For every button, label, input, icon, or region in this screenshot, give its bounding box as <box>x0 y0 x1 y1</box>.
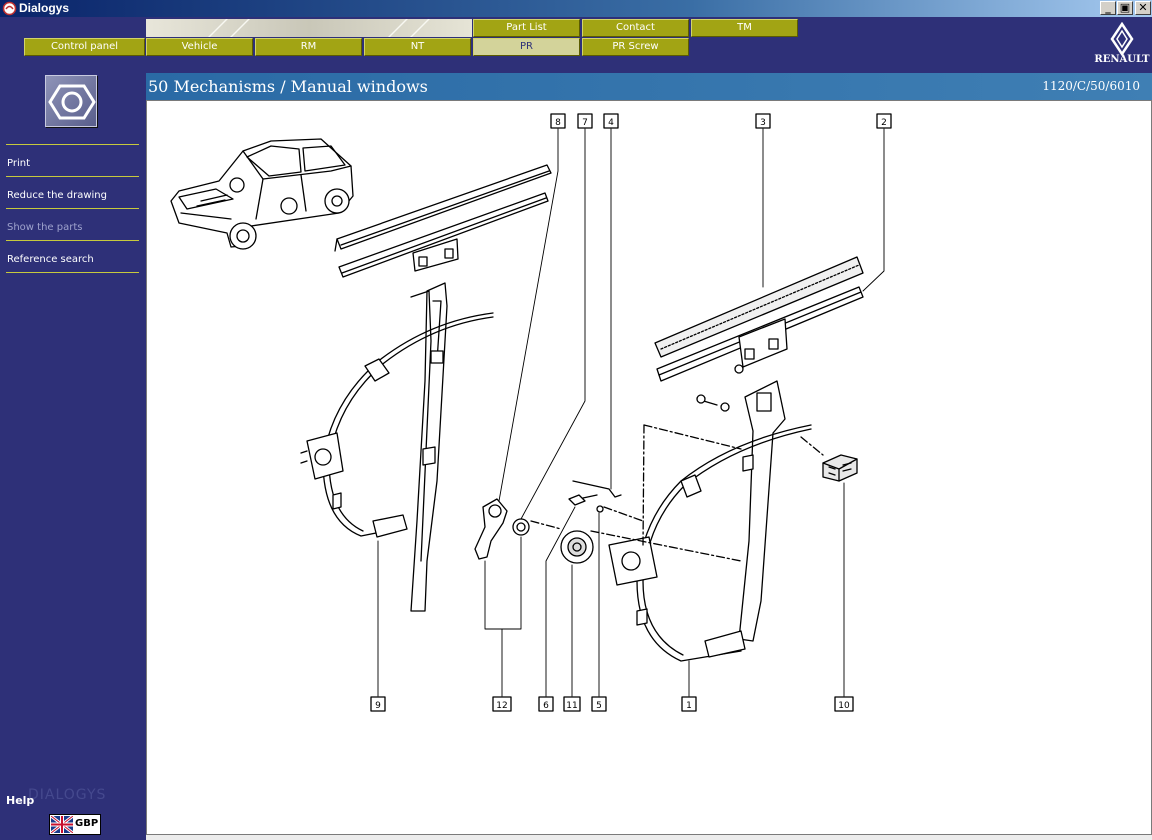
help-link[interactable]: Help <box>6 794 34 807</box>
callout-10[interactable]: 10 <box>834 696 854 712</box>
language-code: GBP <box>75 818 99 829</box>
callout-4[interactable]: 4 <box>603 113 619 129</box>
renault-diamond-icon <box>1110 21 1134 57</box>
sidebar-item-show-parts[interactable]: Show the parts <box>6 208 139 240</box>
callout-label: 11 <box>566 701 577 711</box>
sidebar-item-print[interactable]: Print <box>6 144 139 176</box>
callout-8[interactable]: 8 <box>550 113 566 129</box>
callout-label: 7 <box>582 118 588 128</box>
callout-label: 6 <box>543 701 549 711</box>
page-header: 50 Mechanisms / Manual windows 1120/C/50… <box>146 73 1152 100</box>
callout-label: 8 <box>555 118 561 128</box>
tab-rm[interactable]: RM <box>255 38 362 56</box>
callout-2[interactable]: 2 <box>876 113 892 129</box>
window-regulator-right <box>608 364 812 662</box>
sidebar: Print Reduce the drawing Show the parts … <box>0 73 146 840</box>
callout-9[interactable]: 9 <box>370 696 386 712</box>
tab-pr[interactable]: PR <box>473 38 580 56</box>
renault-logo: RENAULT <box>1094 21 1150 68</box>
module-icon <box>45 75 97 127</box>
close-button[interactable]: ✕ <box>1135 1 1151 15</box>
window-regulator-left <box>300 282 494 612</box>
dialogys-app-icon <box>2 1 17 16</box>
tab-control-panel[interactable]: Control panel <box>24 38 145 56</box>
renault-wordmark: RENAULT <box>1094 54 1150 65</box>
callout-label: 10 <box>838 701 850 711</box>
leader-lines <box>377 128 885 697</box>
callout-label: 2 <box>881 118 887 128</box>
tab-part-list[interactable]: Part List <box>473 19 580 37</box>
tab-contact[interactable]: Contact <box>582 19 689 37</box>
callout-3[interactable]: 3 <box>755 113 771 129</box>
car-thumbnail <box>170 138 354 250</box>
callout-label: 5 <box>596 701 602 711</box>
drawing-area: 8 7 4 3 2 9 12 6 11 5 1 10 <box>146 100 1152 835</box>
decorative-banner <box>146 19 472 37</box>
restore-button[interactable]: ▣ <box>1117 1 1133 15</box>
callout-1[interactable]: 1 <box>681 696 697 712</box>
exploded-parts-drawing: 8 7 4 3 2 9 12 6 11 5 1 10 <box>170 113 892 712</box>
bumper-part <box>822 454 858 482</box>
tab-pr-screw[interactable]: PR Screw <box>582 38 689 56</box>
sidebar-item-reduce-drawing[interactable]: Reduce the drawing <box>6 176 139 208</box>
tab-vehicle[interactable]: Vehicle <box>146 38 253 56</box>
callout-label: 12 <box>496 701 507 711</box>
application-window: Dialogys _ ▣ ✕ Part List Contact TM Cont… <box>0 0 1152 840</box>
title-bar: Dialogys _ ▣ ✕ <box>0 0 1152 17</box>
sidebar-divider <box>6 272 139 273</box>
callout-6[interactable]: 6 <box>538 696 554 712</box>
drawing-reference: 1120/C/50/6010 <box>1042 79 1140 93</box>
callout-11[interactable]: 11 <box>563 696 581 712</box>
minimize-button[interactable]: _ <box>1100 1 1116 15</box>
callout-label: 1 <box>686 701 692 711</box>
callout-12[interactable]: 12 <box>492 696 512 712</box>
uk-flag-icon <box>51 816 73 833</box>
callout-label: 9 <box>375 701 381 711</box>
tab-tm[interactable]: TM <box>691 19 798 37</box>
callout-5[interactable]: 5 <box>591 696 607 712</box>
sidebar-item-reference-search[interactable]: Reference search <box>6 240 139 272</box>
window-channel-right <box>654 256 864 382</box>
hex-nut-icon <box>48 84 96 120</box>
top-navigation: Part List Contact TM Control panel Vehic… <box>0 17 1152 73</box>
callout-7[interactable]: 7 <box>577 113 593 129</box>
page-title: 50 Mechanisms / Manual windows <box>148 77 428 96</box>
tab-nt[interactable]: NT <box>364 38 471 56</box>
dialogys-watermark: DIALOGYS <box>28 787 107 803</box>
callout-label: 4 <box>608 118 614 128</box>
language-selector[interactable]: GBP <box>49 814 101 835</box>
window-channel-left <box>334 164 552 278</box>
window-title: Dialogys <box>19 1 70 15</box>
callout-label: 3 <box>760 118 766 128</box>
status-strip <box>146 835 1152 840</box>
